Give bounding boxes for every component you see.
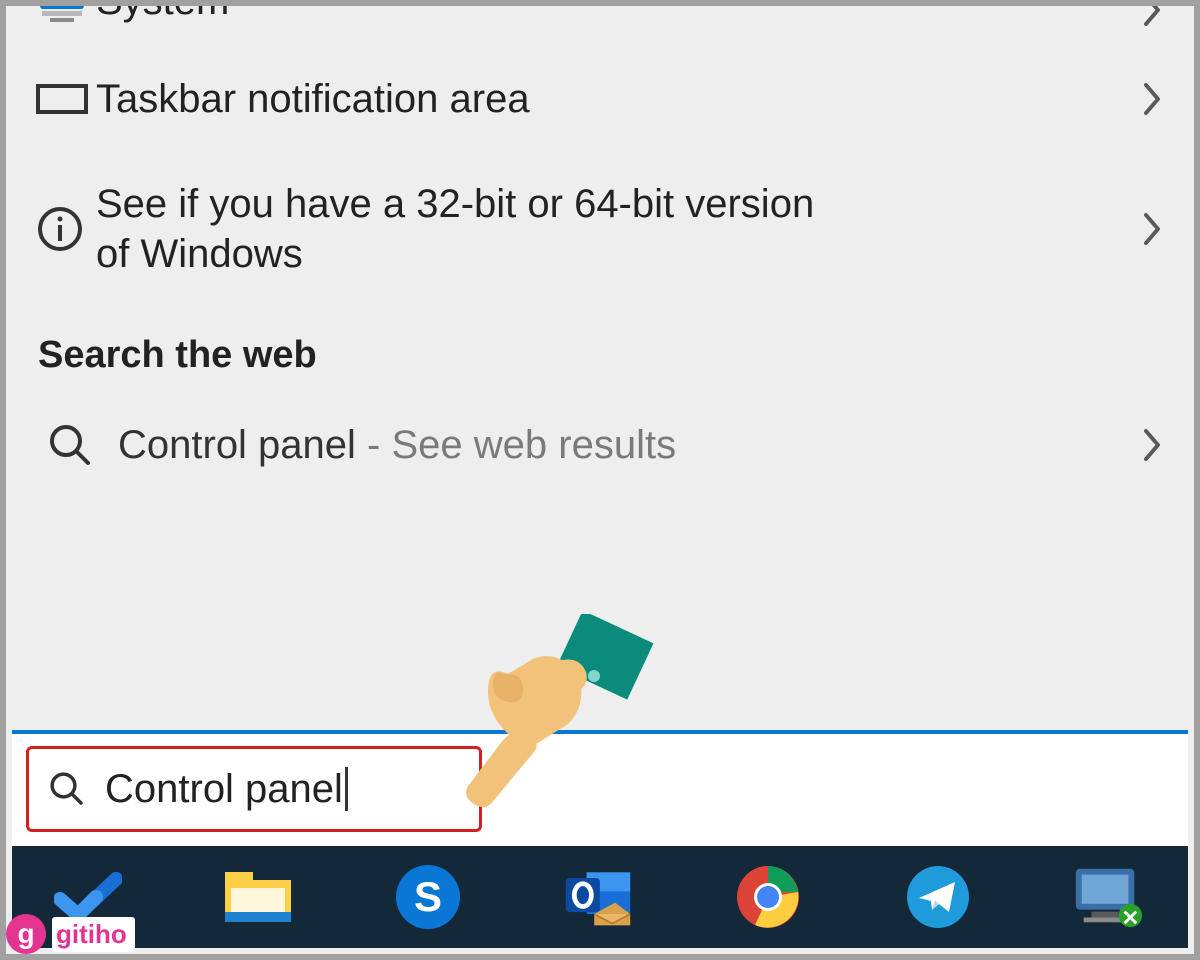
chevron-right-icon [1138,205,1166,253]
result-system[interactable]: System [6,0,1194,44]
window-frame: System Taskbar notification area [0,0,1200,960]
search-input[interactable]: Control panel [26,746,482,832]
rectangle-icon [36,84,96,114]
web-result-control-panel[interactable]: Control panel - See web results [6,395,1194,495]
web-result-suffix: - See web results [356,423,676,467]
section-header-search-web: Search the web [6,304,1194,395]
web-result-label: Control panel [118,423,356,467]
svg-text:S: S [414,873,442,920]
chrome-icon[interactable] [732,861,804,933]
watermark-text: gitiho [52,917,135,952]
result-label: Taskbar notification area [96,74,1172,124]
pointing-hand-icon [438,614,658,814]
text-cursor [345,767,348,811]
search-icon [46,421,118,469]
search-input-value: Control panel [105,767,348,812]
watermark-badge: g [6,914,46,954]
file-explorer-icon[interactable] [222,861,294,933]
result-label: See if you have a 32-bit or 64-bit versi… [96,179,916,279]
info-icon [36,205,96,253]
search-results-panel: System Taskbar notification area [6,0,1194,495]
skype-icon[interactable]: S [392,861,464,933]
taskbar: S [12,846,1188,948]
chevron-right-icon [1138,75,1166,123]
chevron-right-icon [1138,421,1166,469]
search-icon [43,768,91,810]
monitor-icon [36,0,96,25]
remote-desktop-icon[interactable] [1072,861,1144,933]
watermark: g gitiho [6,914,135,954]
result-label: System [96,0,1172,26]
result-bitness[interactable]: See if you have a 32-bit or 64-bit versi… [6,154,1194,304]
outlook-icon[interactable] [562,861,634,933]
chevron-right-icon [1138,0,1166,34]
result-taskbar-notification[interactable]: Taskbar notification area [6,44,1194,154]
telegram-icon[interactable] [902,861,974,933]
